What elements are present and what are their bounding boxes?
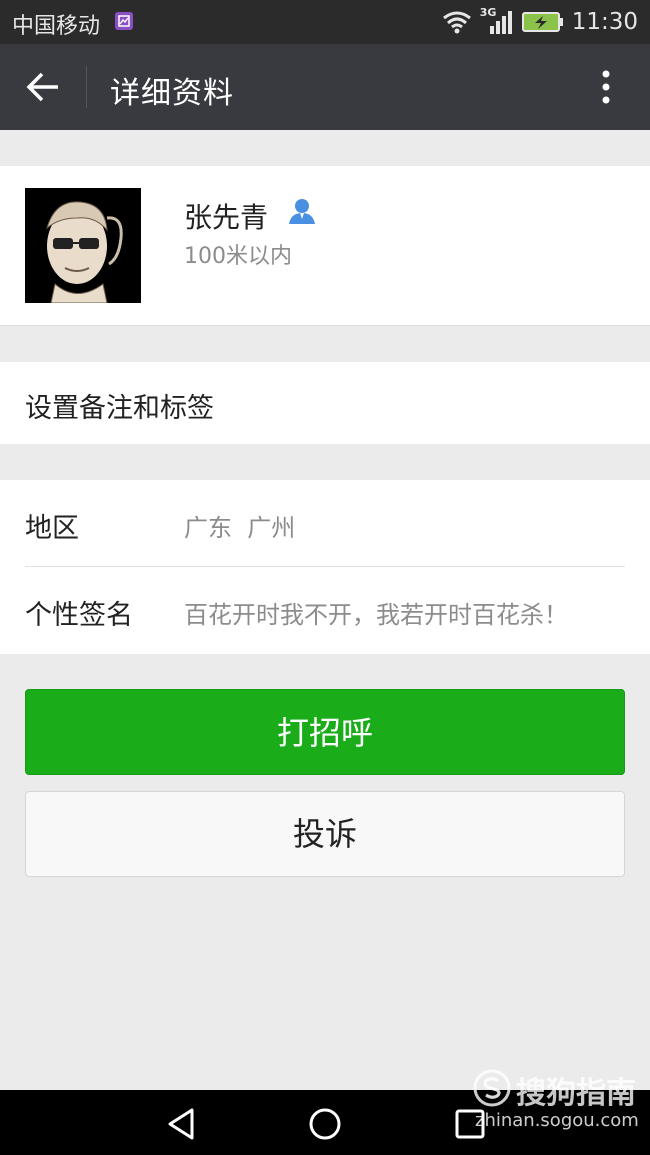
region-label: 地区 [25,513,79,544]
region-row: 地区 广东 广州 [0,480,650,567]
battery-charging-icon [521,12,563,32]
clock: 11:30 [571,9,638,35]
nav-home-icon[interactable] [305,1104,345,1144]
page-title: 详细资料 [110,76,234,111]
profile-card: 张先青 100米以内 [0,166,650,326]
contact-name: 张先青 [184,201,269,234]
distance-label: 100米以内 [184,244,292,269]
more-vertical-icon [602,70,610,104]
back-button[interactable] [20,66,68,108]
watermark-url: zhinan.sogou.com [475,1110,639,1131]
carrier-label: 中国移动 [12,14,101,39]
sogou-logo-icon [473,1069,511,1107]
male-user-icon [289,199,315,224]
report-button[interactable]: 投诉 [25,791,625,877]
say-hello-button[interactable]: 打招呼 [25,689,625,775]
set-remark-tags-row[interactable]: 设置备注和标签 [0,362,650,444]
region-value: 广东 广州 [184,514,296,542]
signature-row: 个性签名 百花开时我不开，我若开时百花杀！ [0,567,650,653]
signal-icon: 3G [480,6,514,36]
avatar-image [25,188,141,303]
info-card: 地区 广东 广州 个性签名 百花开时我不开，我若开时百花杀！ [0,480,650,654]
nav-back-icon[interactable] [162,1104,202,1144]
signature-label: 个性签名 [25,600,133,631]
arrow-left-icon [26,72,58,102]
header-bar: 详细资料 [0,44,650,130]
avatar[interactable] [25,188,141,303]
status-icons: 3G 11:30 [442,6,638,37]
signature-value: 百花开时我不开，我若开时百花杀！ [184,601,568,629]
status-bar: 中国移动 3G 11:30 [0,0,650,44]
remark-label: 设置备注和标签 [25,393,214,424]
watermark-brand: 搜狗指南 [516,1076,636,1111]
more-button[interactable] [588,66,624,108]
wifi-icon [442,11,471,34]
header-divider [86,66,87,108]
notification-icon [115,12,133,30]
